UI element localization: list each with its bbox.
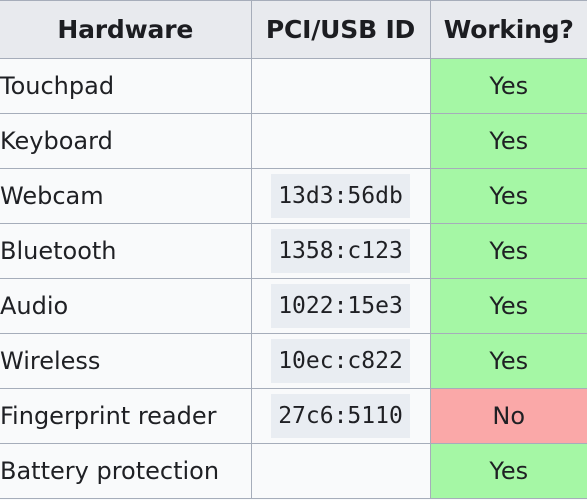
column-header-pci-usb-id: PCI/USB ID	[250, 0, 431, 59]
table-header: Hardware PCI/USB ID Working?	[0, 0, 587, 59]
cell-pci-usb-id: 1022:15e3	[250, 278, 431, 334]
table-row: Fingerprint reader 27c6:5110 No	[0, 388, 587, 444]
cell-working-status: Yes	[429, 58, 587, 114]
column-header-hardware: Hardware	[0, 0, 252, 59]
cell-working-status: Yes	[429, 168, 587, 224]
status-badge: Yes	[489, 237, 529, 265]
table-row: Battery protection Yes	[0, 443, 587, 499]
status-badge: Yes	[489, 127, 529, 155]
column-header-working: Working?	[429, 0, 587, 59]
cell-pci-usb-id	[250, 58, 431, 114]
cell-pci-usb-id: 27c6:5110	[250, 388, 431, 444]
cell-hardware: Battery protection	[0, 443, 252, 499]
status-badge: No	[492, 402, 526, 430]
cell-pci-usb-id: 13d3:56db	[250, 168, 431, 224]
pci-usb-id-code: 10ec:c822	[271, 339, 410, 383]
cell-working-status: Yes	[429, 443, 587, 499]
status-badge: Yes	[489, 292, 529, 320]
table-row: Webcam 13d3:56db Yes	[0, 168, 587, 224]
cell-working-status: Yes	[429, 113, 587, 169]
pci-usb-id-code: 1022:15e3	[271, 284, 410, 328]
pci-usb-id-code: 27c6:5110	[271, 394, 410, 438]
status-badge: Yes	[489, 72, 529, 100]
cell-pci-usb-id: 10ec:c822	[250, 333, 431, 389]
cell-hardware: Keyboard	[0, 113, 252, 169]
cell-pci-usb-id	[250, 443, 431, 499]
cell-hardware: Bluetooth	[0, 223, 252, 279]
status-badge: Yes	[489, 182, 529, 210]
hardware-compatibility-table-container: Hardware PCI/USB ID Working? Touchpad Yes…	[0, 0, 587, 500]
cell-pci-usb-id	[250, 113, 431, 169]
cell-hardware: Webcam	[0, 168, 252, 224]
status-badge: Yes	[489, 347, 529, 375]
cell-working-status: Yes	[429, 223, 587, 279]
table-row: Bluetooth 1358:c123 Yes	[0, 223, 587, 279]
cell-working-status: No	[429, 388, 587, 444]
cell-hardware: Audio	[0, 278, 252, 334]
cell-hardware: Wireless	[0, 333, 252, 389]
pci-usb-id-code: 1358:c123	[271, 229, 410, 273]
pci-usb-id-code: 13d3:56db	[271, 174, 410, 218]
table-body: Touchpad Yes Keyboard Yes Webcam 13d3:56db Yes…	[0, 58, 587, 499]
cell-pci-usb-id: 1358:c123	[250, 223, 431, 279]
cell-working-status: Yes	[429, 278, 587, 334]
cell-hardware: Fingerprint reader	[0, 388, 252, 444]
table-row: Keyboard Yes	[0, 113, 587, 169]
hardware-compatibility-table: Hardware PCI/USB ID Working? Touchpad Yes…	[0, 0, 587, 499]
table-row: Audio 1022:15e3 Yes	[0, 278, 587, 334]
status-badge: Yes	[489, 457, 529, 485]
table-row: Touchpad Yes	[0, 58, 587, 114]
table-row: Wireless 10ec:c822 Yes	[0, 333, 587, 389]
cell-working-status: Yes	[429, 333, 587, 389]
cell-hardware: Touchpad	[0, 58, 252, 114]
table-header-row: Hardware PCI/USB ID Working?	[0, 0, 587, 59]
